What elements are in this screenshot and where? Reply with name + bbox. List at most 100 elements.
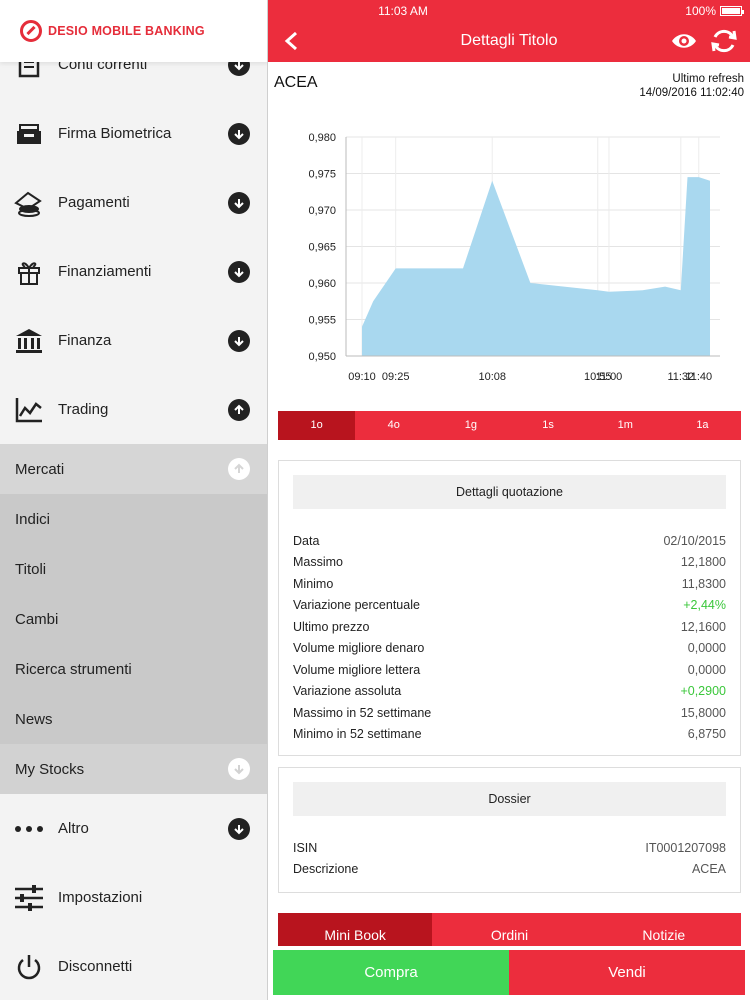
sidebar-subitem-news[interactable]: News: [0, 694, 267, 744]
dossier-value: ACEA: [691, 862, 726, 877]
dossier-key: ISIN: [293, 840, 318, 855]
sidebar-item-disconnetti[interactable]: Disconnetti: [0, 932, 267, 1000]
x-tick-label: 09:25: [382, 371, 410, 383]
chevron-down-icon[interactable]: [228, 122, 250, 145]
chevron-down-icon[interactable]: [228, 329, 250, 352]
price-chart: 0,950 0,955 0,960 0,965 0,970 0,975 0,980 09:10…: [308, 132, 720, 383]
bank-icon: [14, 326, 44, 356]
bottom-tab[interactable]: Ordini: [432, 913, 586, 946]
refresh-time: 14/09/2016 11:02:40: [639, 87, 744, 99]
bottom-tabs: Mini Book Ordini Notizie: [278, 913, 741, 946]
refresh-label: Ultimo refresh: [672, 73, 744, 85]
sidebar: Conti correnti Firma Biometrica Pagament…: [0, 0, 268, 1000]
quotation-value: 11,8300: [681, 576, 726, 591]
quotation-row: Ultimo prezzo 12,1600: [279, 616, 740, 638]
quotation-key: Massimo: [293, 555, 344, 570]
sidebar-item-firma-biometrica[interactable]: Firma Biometrica: [0, 99, 267, 168]
sidebar-subitem-my-stocks[interactable]: My Stocks: [0, 744, 267, 794]
quotation-key: Minimo in 52 settimane: [293, 727, 422, 742]
sidebar-item-trading[interactable]: Trading: [0, 375, 267, 444]
quotation-key: Massimo in 52 settimane: [293, 705, 432, 720]
x-tick-label: 09:10: [348, 371, 376, 383]
sliders-icon: [14, 883, 44, 913]
sidebar-subitem-mercati[interactable]: Mercati: [0, 444, 267, 494]
bottom-tab[interactable]: Notizie: [587, 913, 741, 946]
sidebar-subitem-label: Indici: [15, 510, 51, 528]
quotation-row: Variazione assoluta +0,2900: [279, 681, 740, 703]
sidebar-subitem-label: Mercati: [15, 460, 65, 478]
tray-icon: [14, 119, 44, 149]
dossier-key: Descrizione: [293, 862, 359, 877]
coins-icon: [14, 188, 44, 218]
y-tick-label: 0,975: [308, 169, 336, 181]
refresh-icon[interactable]: [710, 27, 738, 55]
quotation-value: +2,44%: [683, 598, 726, 613]
eye-icon[interactable]: [670, 30, 698, 52]
period-tab[interactable]: 1a: [664, 411, 741, 440]
quotation-value: 15,8000: [680, 705, 726, 720]
period-tabs: 1o 4o 1g 1s 1m 1a: [278, 411, 741, 440]
period-tab[interactable]: 1g: [432, 411, 509, 440]
power-icon: [14, 952, 44, 982]
buy-button[interactable]: Compra: [273, 950, 509, 995]
quotation-value: 12,1800: [680, 555, 726, 570]
sidebar-menu: Conti correnti Firma Biometrica Pagament…: [0, 30, 267, 1000]
sidebar-item-label: Finanza: [58, 332, 112, 349]
quotation-row: Massimo in 52 settimane 15,8000: [279, 702, 740, 724]
quotation-key: Variazione percentuale: [293, 598, 420, 613]
sidebar-item-label: Impostazioni: [58, 889, 143, 906]
y-tick-label: 0,950: [308, 351, 336, 363]
sidebar-item-finanza[interactable]: Finanza: [0, 306, 267, 375]
action-bar: Compra Vendi: [273, 950, 745, 995]
sidebar-item-label: Finanziamenti: [58, 263, 152, 280]
sidebar-subitem-cambi[interactable]: Cambi: [0, 594, 267, 644]
sell-button[interactable]: Vendi: [509, 950, 745, 995]
sidebar-subitem-label: Ricerca strumenti: [15, 660, 132, 678]
period-tab[interactable]: 1m: [587, 411, 664, 440]
period-tab[interactable]: 1o: [278, 411, 356, 440]
dossier-title: Dossier: [293, 782, 726, 816]
battery-icon: [720, 6, 744, 16]
chevron-up-icon[interactable]: [228, 458, 250, 480]
dossier-row: Descrizione ACEA: [279, 859, 740, 881]
sidebar-item-altro[interactable]: Altro: [0, 794, 267, 863]
chevron-down-icon[interactable]: [228, 817, 250, 840]
dots-icon: [14, 814, 44, 844]
main-content: 11:03 AM 100% Dettagli Titolo ACEA Ultim…: [268, 0, 750, 1000]
status-battery: 100%: [685, 4, 744, 18]
y-tick-label: 0,980: [308, 132, 336, 144]
quotation-row: Variazione percentuale +2,44%: [279, 595, 740, 617]
bottom-tab[interactable]: Mini Book: [278, 913, 433, 946]
quotation-key: Minimo: [293, 576, 334, 591]
quotation-key: Volume migliore denaro: [293, 641, 425, 656]
x-tick-label: 10:08: [478, 371, 506, 383]
quotation-key: Data: [293, 533, 320, 548]
period-tab[interactable]: 4o: [355, 411, 432, 440]
logo-icon: [20, 20, 42, 42]
sidebar-item-impostazioni[interactable]: Impostazioni: [0, 863, 267, 932]
quotation-rows: Data 02/10/2015 Massimo 12,1800 Minimo 11,830…: [279, 530, 740, 745]
period-tab[interactable]: 1s: [510, 411, 587, 440]
y-tick-label: 0,960: [308, 278, 336, 290]
sidebar-subitem-ricerca-strumenti[interactable]: Ricerca strumenti: [0, 644, 267, 694]
sidebar-subitem-indici[interactable]: Indici: [0, 494, 267, 544]
app-logo: DESIO MOBILE BANKING: [0, 0, 267, 62]
quotation-value: +0,2900: [680, 684, 726, 699]
dossier-rows: ISIN IT0001207098 Descrizione ACEA: [279, 837, 740, 880]
sidebar-subitem-label: News: [15, 710, 53, 728]
sidebar-subitem-label: Titoli: [15, 560, 47, 578]
chevron-down-icon[interactable]: [228, 758, 250, 780]
chart-icon: [14, 395, 44, 425]
sidebar-subitem-titoli[interactable]: Titoli: [0, 544, 267, 594]
sidebar-item-label: Altro: [58, 820, 89, 837]
sidebar-item-label: Firma Biometrica: [58, 125, 172, 142]
chevron-down-icon[interactable]: [228, 260, 250, 283]
chevron-down-icon[interactable]: [228, 191, 250, 214]
sidebar-subitem-label: Cambi: [15, 610, 59, 628]
chevron-up-icon[interactable]: [228, 398, 250, 421]
sidebar-item-pagamenti[interactable]: Pagamenti: [0, 168, 267, 237]
sidebar-item-finanziamenti[interactable]: Finanziamenti: [0, 237, 267, 306]
quotation-row: Volume migliore denaro 0,0000: [279, 638, 740, 660]
sidebar-item-label: Disconnetti: [58, 958, 133, 975]
status-time: 11:03 AM: [378, 4, 428, 18]
